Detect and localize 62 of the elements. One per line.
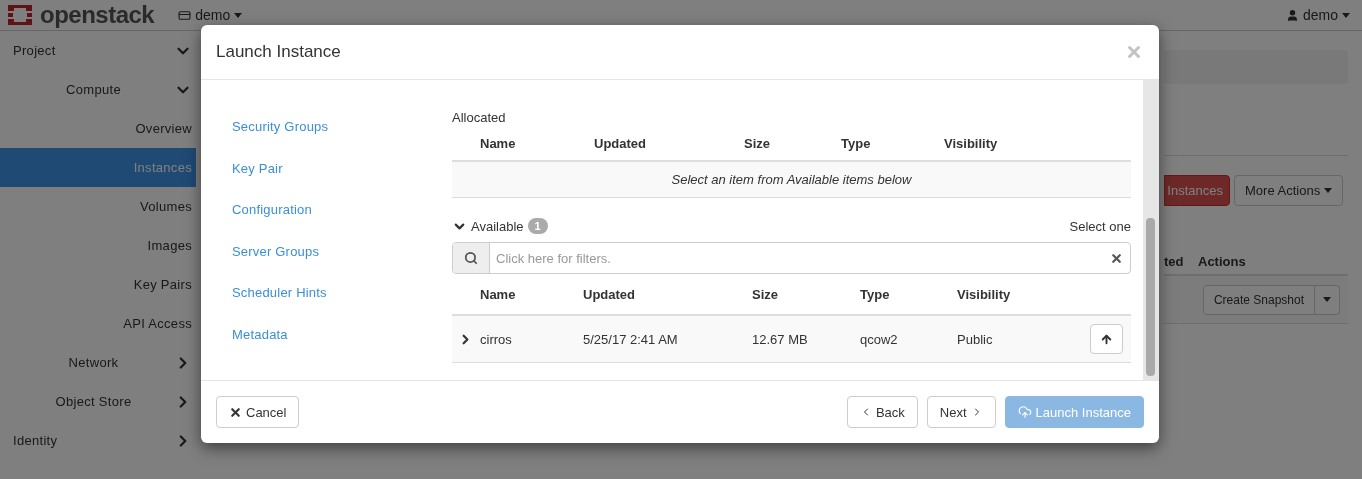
sidebar-item[interactable]: Identity <box>0 421 196 460</box>
column-header: Updated <box>583 286 636 302</box>
column-header: Name <box>480 136 517 151</box>
column-header: Size <box>744 136 771 151</box>
dropdown-toggle[interactable] <box>1315 284 1340 315</box>
sidebar-item[interactable]: Volumes <box>0 187 196 226</box>
sidebar-item[interactable]: Instances <box>0 148 196 187</box>
caret-icon <box>234 12 243 18</box>
next-button[interactable]: Next <box>926 396 996 428</box>
project-menu[interactable]: demo <box>178 7 243 23</box>
logo: openstack <box>6 1 155 29</box>
column-header: ted <box>1164 253 1185 269</box>
column-header: Size <box>752 286 779 302</box>
sidebar-item[interactable]: Key Pairs <box>0 265 196 304</box>
caret-icon <box>1323 297 1331 302</box>
sidebar-item[interactable]: Images <box>0 226 196 265</box>
sidebar-item[interactable]: Compute <box>0 70 196 109</box>
empty-message: Select an item from Available items below <box>671 172 912 187</box>
column-header: Type <box>841 136 872 151</box>
sidebar-item[interactable]: Project <box>0 31 196 70</box>
wizard-step-link[interactable]: Security Groups <box>232 106 440 148</box>
table-cell-text: Public <box>957 331 994 347</box>
wizard-step-link[interactable]: Metadata <box>232 313 440 355</box>
more-actions-button[interactable]: More Actions <box>1234 175 1344 206</box>
cloud-upload-icon <box>1017 405 1032 419</box>
column-header: Type <box>860 286 891 302</box>
user-menu[interactable]: demo <box>1285 7 1350 23</box>
table-cell-text: cirros <box>480 331 513 347</box>
wizard-step-link[interactable]: Key Pair <box>232 147 440 189</box>
arrow-up-icon <box>1100 332 1113 346</box>
create-snapshot-button[interactable]: Create Snapshot <box>1202 284 1315 315</box>
cancel-button[interactable]: Cancel <box>216 396 300 428</box>
modal-title: Launch Instance <box>216 42 341 62</box>
caret-icon <box>1324 188 1333 193</box>
card-icon <box>178 8 192 22</box>
caret-icon <box>1342 12 1350 18</box>
section-label: Available <box>471 217 524 236</box>
user-icon <box>1285 8 1299 22</box>
table-cell-text: 12.67 MB <box>752 331 809 347</box>
count-badge: 1 <box>527 218 548 234</box>
sidebar-item[interactable]: Overview <box>0 109 196 148</box>
sidebar-item[interactable]: API Access <box>0 304 196 343</box>
close-icon <box>229 405 242 419</box>
column-header: Visibility <box>957 286 1012 302</box>
scrollbar[interactable] <box>1143 80 1159 380</box>
section-label: Allocated <box>452 108 507 127</box>
selection-hint: Select one <box>1069 217 1131 236</box>
allocate-button[interactable] <box>1090 324 1123 354</box>
search-icon <box>453 243 490 273</box>
wizard-step-link[interactable]: Server Groups <box>232 230 440 272</box>
delete-instances-button[interactable]: Instances <box>1164 175 1230 206</box>
table-cell-text: 5/25/17 2:41 AM <box>583 331 679 347</box>
wizard-step-link[interactable]: Scheduler Hints <box>232 272 440 314</box>
back-button[interactable]: Back <box>846 396 918 428</box>
table-cell-text: qcow2 <box>860 331 899 347</box>
sidebar-item[interactable]: Network <box>0 343 196 382</box>
column-header: Updated <box>594 136 647 151</box>
column-header: Name <box>480 286 517 302</box>
wizard-step-link[interactable]: Configuration <box>232 189 440 231</box>
column-header: Actions <box>1198 253 1247 269</box>
column-header: Visibility <box>944 136 999 151</box>
sidebar-item[interactable]: Object Store <box>0 382 196 421</box>
